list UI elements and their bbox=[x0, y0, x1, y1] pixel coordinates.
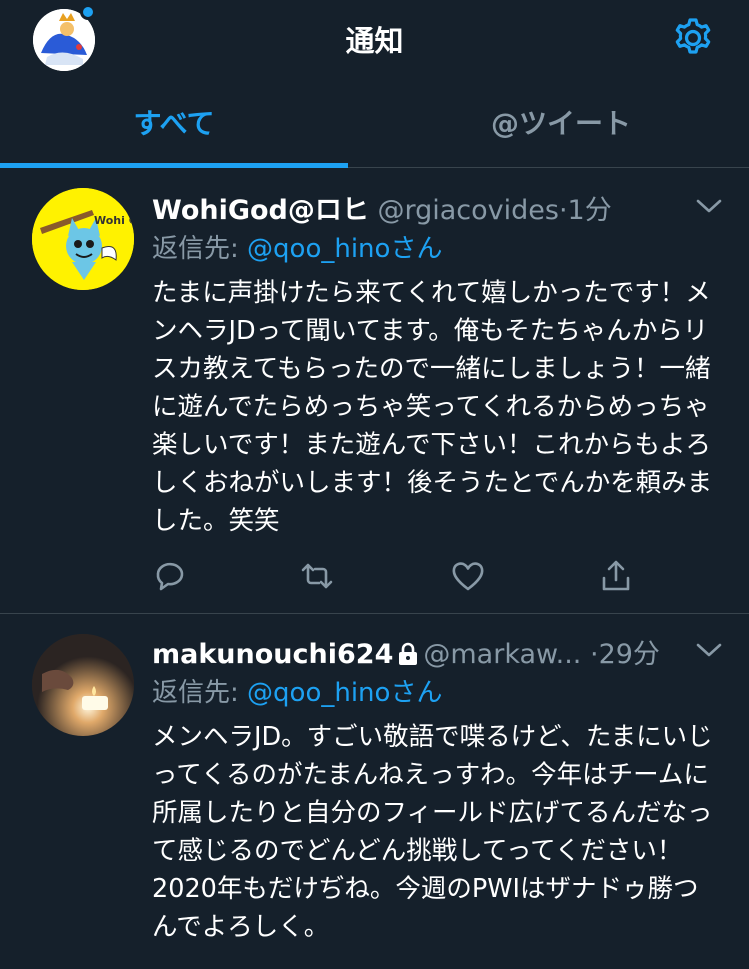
lock-icon bbox=[397, 642, 419, 666]
reply-context: 返信先: @qoo_hinoさん bbox=[152, 228, 442, 265]
avatar-image bbox=[32, 634, 134, 736]
retweet-icon[interactable] bbox=[299, 558, 335, 594]
mention-link[interactable]: @qoo_hino bbox=[247, 678, 390, 708]
reply-context: 返信先: @qoo_hinoさん bbox=[152, 672, 442, 709]
reply-prefix: 返信先: bbox=[152, 234, 248, 264]
top-bar: 通知 bbox=[0, 0, 749, 80]
gear-icon[interactable] bbox=[669, 14, 717, 62]
heart-icon[interactable] bbox=[450, 558, 486, 594]
reply-prefix: 返信先: bbox=[152, 678, 248, 708]
avatar[interactable]: Wohi God bbox=[32, 188, 134, 290]
tab-all[interactable]: すべて bbox=[0, 80, 348, 168]
timestamp[interactable]: ·1分 bbox=[559, 195, 612, 226]
tweet-actions bbox=[152, 558, 652, 594]
user-handle[interactable]: @rgiacovides bbox=[377, 195, 558, 226]
display-name[interactable]: makunouchi624 bbox=[152, 639, 393, 670]
tweet-text: メンヘラJD。すごい敬語で喋るけど、たまにいじってくるのがたまんねえっすわ。今年… bbox=[152, 722, 713, 942]
chevron-down-icon[interactable] bbox=[694, 194, 724, 218]
tab-mentions[interactable]: @ツイート bbox=[374, 80, 748, 168]
mention-link[interactable]: @qoo_hino bbox=[247, 234, 390, 264]
page-title: 通知 bbox=[345, 24, 404, 58]
timestamp[interactable]: ·29分 bbox=[590, 639, 660, 670]
reply-icon[interactable] bbox=[152, 558, 188, 594]
mention-suffix[interactable]: さん bbox=[390, 234, 442, 264]
tweet-text: たまに声掛けたら来てくれて嬉しかったです！メンヘラJDって聞いてます。俺もそたち… bbox=[152, 278, 713, 536]
share-icon[interactable] bbox=[598, 558, 634, 594]
tweet-header: makunouchi624 @markaw... ·29分 bbox=[152, 632, 692, 672]
notification-tabs: すべて @ツイート bbox=[0, 80, 749, 168]
chevron-down-icon[interactable] bbox=[694, 638, 724, 662]
tweet-header: WohiGod@ロヒ @rgiacovides·1分 bbox=[152, 188, 692, 228]
avatar-text: Wohi God bbox=[94, 214, 134, 227]
display-name[interactable]: WohiGod@ロヒ bbox=[152, 195, 369, 226]
tweet[interactable]: Wohi God WohiGod@ロヒ @rgiacovides·1分 返信先:… bbox=[0, 168, 749, 614]
tweet[interactable]: makunouchi624 @markaw... ·29分 返信先: @qoo_h… bbox=[0, 614, 749, 969]
mention-suffix[interactable]: さん bbox=[390, 678, 442, 708]
avatar-image: Wohi God bbox=[32, 188, 134, 290]
user-handle[interactable]: @markaw... bbox=[423, 639, 581, 670]
avatar[interactable] bbox=[32, 634, 134, 736]
